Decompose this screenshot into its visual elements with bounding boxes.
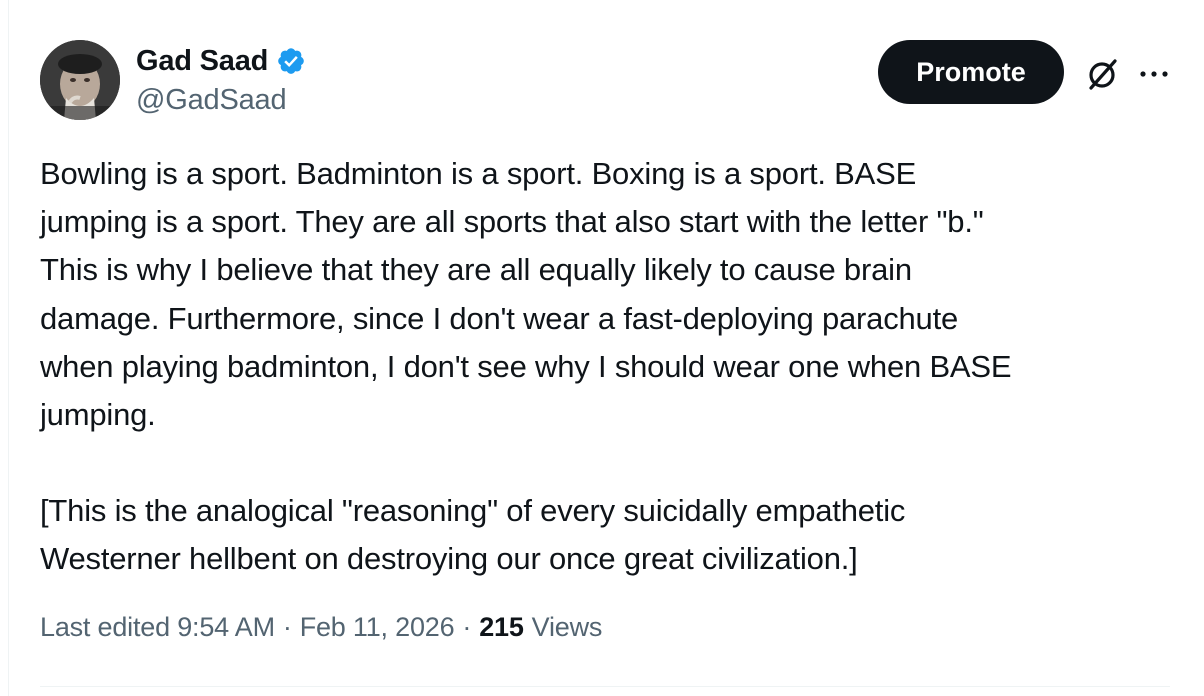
- tweet-page: Gad Saad @GadSaad Promote Bowling is a s…: [0, 0, 1204, 696]
- display-name[interactable]: Gad Saad: [136, 45, 268, 78]
- meta-separator: ·: [282, 612, 292, 642]
- tweet-time[interactable]: 9:54 AM: [177, 612, 275, 643]
- tweet-text: Bowling is a sport. Badminton is a sport…: [40, 150, 1170, 584]
- verified-badge-icon[interactable]: [276, 46, 306, 76]
- name-row: Gad Saad: [136, 42, 306, 80]
- avatar[interactable]: [40, 40, 120, 120]
- tweet-date[interactable]: Feb 11, 2026: [300, 612, 455, 643]
- meta-separator: ·: [462, 612, 472, 642]
- promote-button[interactable]: Promote: [878, 40, 1064, 104]
- profile-photo-icon: [40, 40, 120, 120]
- views-label[interactable]: Views: [532, 612, 603, 643]
- bottom-divider: [40, 686, 1170, 687]
- grok-icon[interactable]: [1084, 56, 1120, 92]
- more-horizontal-icon[interactable]: [1138, 62, 1170, 86]
- tweet-header: Gad Saad @GadSaad Promote: [40, 40, 1170, 120]
- tweet-metadata: Last edited 9:54 AM · Feb 11, 2026 · 215…: [40, 612, 602, 643]
- tweet-paragraph-1: Bowling is a sport. Badminton is a sport…: [40, 156, 1012, 433]
- left-divider: [8, 0, 9, 696]
- user-handle[interactable]: @GadSaad: [136, 84, 306, 117]
- tweet-paragraph-2: [This is the analogical "reasoning" of e…: [40, 493, 906, 577]
- views-count[interactable]: 215: [479, 612, 524, 643]
- edited-label[interactable]: Last edited: [40, 612, 170, 643]
- author-info[interactable]: Gad Saad @GadSaad: [136, 42, 306, 117]
